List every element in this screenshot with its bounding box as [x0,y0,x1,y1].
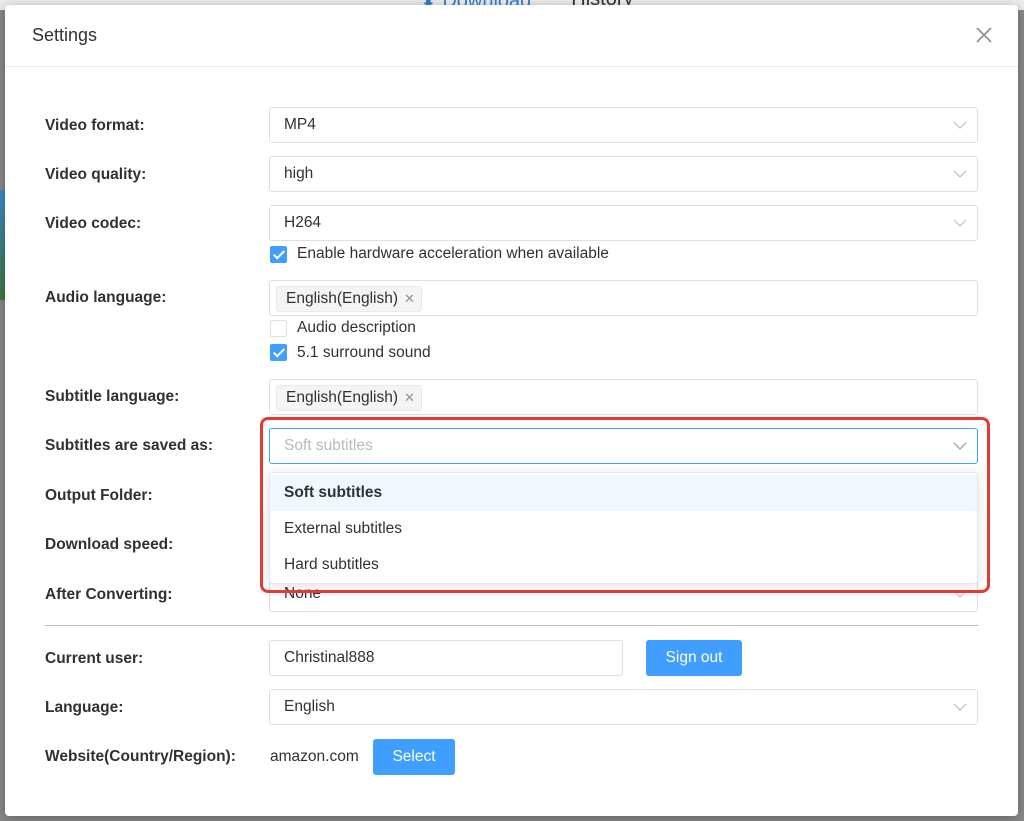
surround-sound-checkbox[interactable] [270,344,287,361]
audio-description-label: Audio description [297,319,416,336]
chevron-down-icon [953,590,967,598]
remove-tag-icon[interactable]: ✕ [404,291,415,306]
video-format-select[interactable]: MP4 [269,107,978,143]
output-folder-label: Output Folder: [45,487,153,504]
select-website-button[interactable]: Select [373,739,455,775]
dropdown-option-hard-subtitles[interactable]: Hard subtitles [270,547,977,583]
video-codec-value: H264 [284,214,322,231]
chevron-down-icon [953,219,967,227]
website-value: amazon.com [270,748,359,765]
audio-language-tag: English(English) ✕ [276,286,422,312]
remove-tag-icon[interactable]: ✕ [404,390,415,405]
after-converting-label: After Converting: [45,586,173,603]
video-format-value: MP4 [284,116,316,133]
subtitles-format-dropdown: Soft subtitles External subtitles Hard s… [269,472,978,584]
chevron-down-icon [953,442,967,450]
hw-accel-label: Enable hardware acceleration when availa… [297,245,609,262]
close-icon[interactable] [972,23,996,47]
sign-out-button[interactable]: Sign out [646,640,742,676]
audio-description-checkbox[interactable] [270,320,287,337]
current-user-field[interactable]: Christinal888 [269,640,623,676]
video-quality-value: high [284,165,314,182]
section-divider [45,625,978,626]
settings-dialog: Settings Video format: MP4 Video quality… [5,5,1018,816]
subtitle-language-tag: English(English) ✕ [276,385,422,411]
website-label: Website(Country/Region): [45,748,236,765]
language-value: English [284,698,335,715]
chevron-down-icon [953,121,967,129]
subtitle-language-select[interactable]: English(English) ✕ [269,379,978,415]
video-codec-label: Video codec: [45,215,142,232]
dropdown-option-external-subtitles[interactable]: External subtitles [270,511,977,547]
subtitles-saved-as-label: Subtitles are saved as: [45,437,213,454]
audio-language-label: Audio language: [45,289,167,306]
subtitle-language-tag-text: English(English) [286,389,398,406]
language-label: Language: [45,699,124,716]
video-format-label: Video format: [45,117,145,134]
subtitle-language-label: Subtitle language: [45,388,180,405]
subtitles-saved-as-placeholder: Soft subtitles [284,437,373,454]
video-quality-label: Video quality: [45,166,147,183]
chevron-down-icon [953,170,967,178]
download-speed-label: Download speed: [45,536,174,553]
audio-language-tag-text: English(English) [286,290,398,307]
current-user-label: Current user: [45,650,144,667]
surround-sound-label: 5.1 surround sound [297,344,431,361]
video-quality-select[interactable]: high [269,156,978,192]
audio-language-select[interactable]: English(English) ✕ [269,280,978,316]
dropdown-option-soft-subtitles[interactable]: Soft subtitles [270,475,977,511]
video-codec-select[interactable]: H264 [269,205,978,241]
after-converting-value: None [284,585,322,602]
hw-accel-checkbox[interactable] [270,246,287,263]
subtitles-saved-as-select[interactable]: Soft subtitles [269,428,978,464]
dialog-header: Settings [5,5,1018,67]
dialog-title: Settings [32,25,98,45]
language-select[interactable]: English [269,689,978,725]
chevron-down-icon [953,703,967,711]
